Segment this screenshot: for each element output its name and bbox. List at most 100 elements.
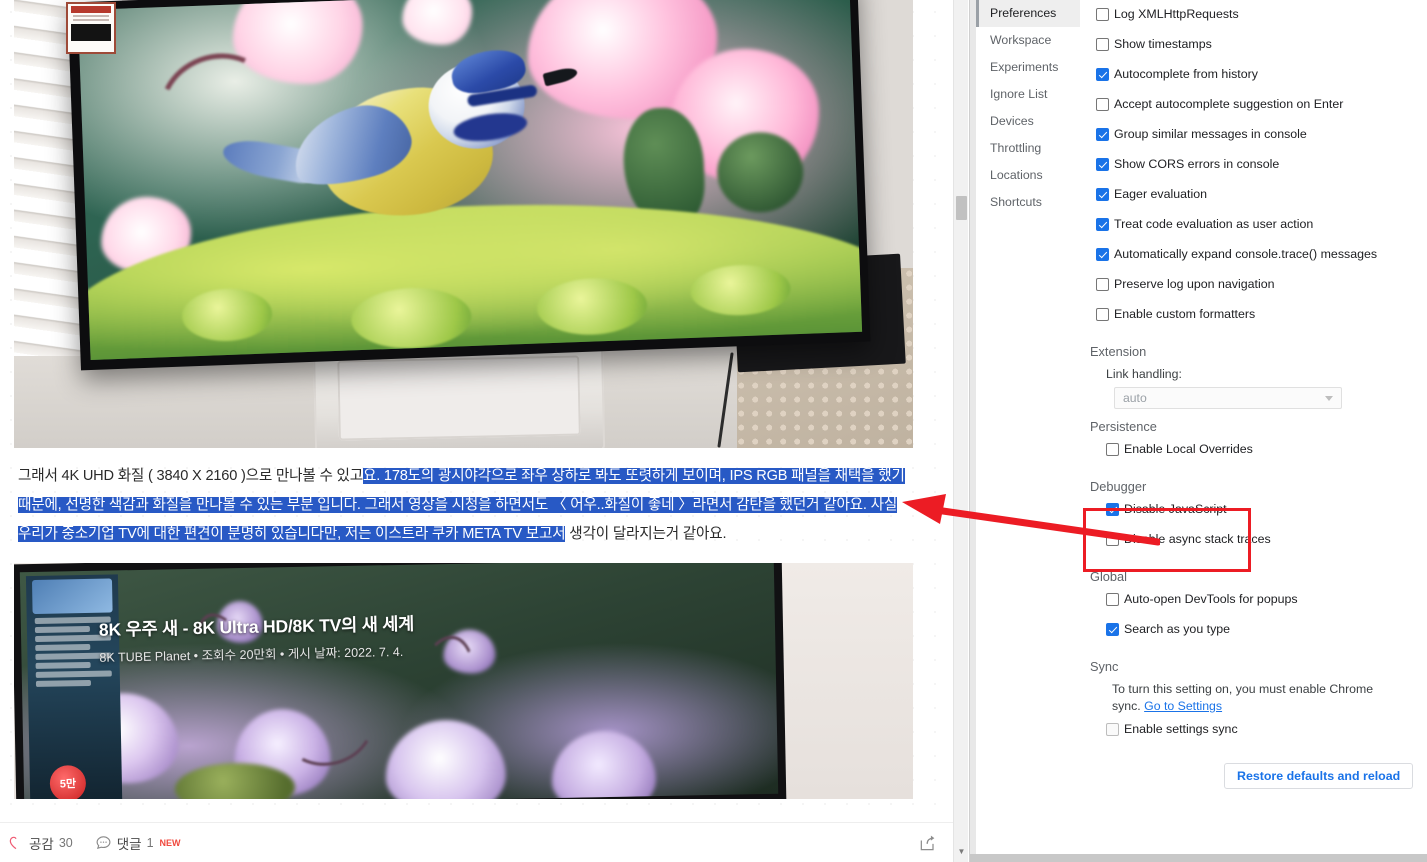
setting-auto-open-devtools-for-popups[interactable]: Auto-open DevTools for popups — [1082, 589, 1427, 619]
checkbox-icon[interactable] — [1106, 443, 1119, 456]
like-count: 30 — [58, 835, 73, 850]
photo1-tv-label-sticker — [66, 2, 116, 54]
checkbox-icon[interactable] — [1096, 128, 1109, 141]
checkbox-icon[interactable] — [1096, 98, 1109, 111]
restore-defaults-button[interactable]: Restore defaults and reload — [1224, 763, 1414, 789]
checkbox-icon[interactable] — [1096, 248, 1109, 261]
checkbox-icon[interactable] — [1096, 8, 1109, 21]
sidebar-item-label: Preferences — [990, 6, 1057, 20]
checkbox-icon[interactable] — [1096, 218, 1109, 231]
like-button[interactable]: 공감 30 — [8, 833, 73, 853]
sidebar-item-label: Locations — [990, 168, 1043, 182]
setting-label: Autocomplete from history — [1114, 67, 1258, 81]
sidebar-item-preferences[interactable]: Preferences — [976, 0, 1080, 27]
section-title-extension: Extension — [1090, 344, 1147, 359]
setting-label: Disable JavaScript — [1124, 502, 1227, 516]
checkbox-icon[interactable] — [1096, 38, 1109, 51]
setting-log-xmlhttprequests[interactable]: Log XMLHttpRequests — [1082, 4, 1427, 34]
page-scrollbar-thumb[interactable] — [956, 196, 967, 220]
sidebar-item-experiments[interactable]: Experiments — [976, 54, 1080, 81]
blog-page-pane: 그래서 4K UHD 화질 ( 3840 X 2160 )으로 만나볼 수 있고… — [0, 0, 968, 862]
sidebar-item-throttling[interactable]: Throttling — [976, 135, 1080, 162]
setting-enable-local-overrides[interactable]: Enable Local Overrides — [1082, 439, 1427, 469]
setting-search-as-you-type[interactable]: Search as you type — [1082, 619, 1427, 649]
sidebar-item-devices[interactable]: Devices — [976, 108, 1080, 135]
go-to-settings-link[interactable]: Go to Settings — [1144, 699, 1222, 713]
setting-label: Accept autocomplete suggestion on Enter — [1114, 97, 1344, 111]
setting-auto-expand-console-trace[interactable]: Automatically expand console.trace() mes… — [1082, 244, 1427, 274]
sidebar-item-shortcuts[interactable]: Shortcuts — [976, 189, 1080, 216]
photo2-wall — [781, 563, 913, 799]
page-scrollbar[interactable]: ▼ — [953, 0, 968, 862]
photo2-subscriber-badge: 5만 — [49, 765, 87, 799]
sidebar-item-label: Throttling — [990, 141, 1042, 155]
link-handling-value: auto — [1123, 391, 1147, 405]
section-title-global: Global — [1090, 569, 1127, 584]
comment-count: 1 — [146, 835, 154, 850]
section-title-sync: Sync — [1090, 659, 1119, 674]
devtools-settings-panel: Preferences Workspace Experiments Ignore… — [969, 0, 1427, 862]
post-body: 그래서 4K UHD 화질 ( 3840 X 2160 )으로 만나볼 수 있고… — [14, 0, 913, 799]
setting-label: Preserve log upon navigation — [1114, 277, 1275, 291]
setting-label: Auto-open DevTools for popups — [1124, 592, 1298, 606]
sidebar-item-label: Shortcuts — [990, 195, 1042, 209]
sidebar-item-ignore-list[interactable]: Ignore List — [976, 81, 1080, 108]
photo1-tv-frame — [67, 0, 871, 371]
setting-label: Show timestamps — [1114, 37, 1212, 51]
checkbox-icon[interactable] — [1096, 68, 1109, 81]
comment-button[interactable]: 댓글 1 NEW — [95, 833, 181, 853]
settings-content: Log XMLHttpRequests Show timestamps Auto… — [1082, 0, 1427, 862]
checkbox-icon[interactable] — [1096, 308, 1109, 321]
checkbox-icon[interactable] — [1106, 623, 1119, 636]
comment-new-badge: NEW — [159, 837, 181, 848]
settings-sidebar: Preferences Workspace Experiments Ignore… — [976, 0, 1080, 216]
paragraph-text-before-selection: 그래서 4K UHD 화질 ( 3840 X 2160 )으로 만나볼 수 있고 — [18, 468, 363, 484]
section-title-debugger: Debugger — [1090, 479, 1147, 494]
checkbox-icon[interactable] — [1096, 278, 1109, 291]
setting-label: Group similar messages in console — [1114, 127, 1307, 141]
setting-accept-autocomplete-on-enter[interactable]: Accept autocomplete suggestion on Enter — [1082, 94, 1427, 124]
devtools-bottom-strip — [970, 854, 1427, 862]
checkbox-icon[interactable] — [1096, 188, 1109, 201]
sidebar-item-workspace[interactable]: Workspace — [976, 27, 1080, 54]
setting-show-timestamps[interactable]: Show timestamps — [1082, 34, 1427, 64]
scrollbar-down-arrow-icon[interactable]: ▼ — [954, 844, 968, 859]
sidebar-item-label: Ignore List — [990, 87, 1048, 101]
app-root: 그래서 4K UHD 화질 ( 3840 X 2160 )으로 만나볼 수 있고… — [0, 0, 1427, 862]
setting-autocomplete-from-history[interactable]: Autocomplete from history — [1082, 64, 1427, 94]
setting-label: Enable Local Overrides — [1124, 442, 1253, 456]
sidebar-item-locations[interactable]: Locations — [976, 162, 1080, 189]
setting-treat-code-evaluation-as-user-action[interactable]: Treat code evaluation as user action — [1082, 214, 1427, 244]
photo2-video-meta: 8K TUBE Planet • 조회수 20만회 • 게시 날짜: 2022.… — [99, 644, 404, 665]
setting-enable-custom-formatters[interactable]: Enable custom formatters — [1082, 304, 1427, 334]
heart-icon — [9, 836, 17, 849]
link-handling-label: Link handling: — [1106, 367, 1182, 381]
checkbox-icon[interactable] — [1106, 593, 1119, 606]
setting-group-similar-messages[interactable]: Group similar messages in console — [1082, 124, 1427, 154]
post-photo-tv-8k-video: 5만 8K 우주 새 - 8K Ultra HD/8K TV의 새 세계 8K … — [14, 563, 913, 799]
paragraph-text-after-selection: 생각이 달라지는거 같아요. — [565, 526, 727, 542]
setting-label: Show CORS errors in console — [1114, 157, 1280, 171]
sidebar-item-label: Devices — [990, 114, 1034, 128]
setting-eager-evaluation[interactable]: Eager evaluation — [1082, 184, 1427, 214]
setting-label: Disable async stack traces — [1124, 532, 1271, 546]
share-icon[interactable] — [917, 833, 939, 853]
checkbox-icon[interactable] — [1106, 503, 1119, 516]
like-label: 공감 — [29, 836, 54, 852]
setting-disable-async-stack-traces[interactable]: Disable async stack traces — [1082, 529, 1427, 559]
checkbox-icon[interactable] — [1106, 723, 1119, 736]
post-paragraph: 그래서 4K UHD 화질 ( 3840 X 2160 )으로 만나볼 수 있고… — [14, 448, 913, 559]
setting-label: Treat code evaluation as user action — [1114, 217, 1314, 231]
setting-show-cors-errors[interactable]: Show CORS errors in console — [1082, 154, 1427, 184]
checkbox-icon[interactable] — [1096, 158, 1109, 171]
setting-label: Search as you type — [1124, 622, 1231, 636]
photo1-tv-screen — [77, 0, 863, 360]
section-title-persistence: Persistence — [1090, 419, 1157, 434]
setting-disable-javascript[interactable]: Disable JavaScript — [1082, 499, 1427, 529]
link-handling-select[interactable]: auto — [1114, 387, 1342, 409]
checkbox-icon[interactable] — [1106, 533, 1119, 546]
setting-preserve-log-upon-navigation[interactable]: Preserve log upon navigation — [1082, 274, 1427, 304]
setting-label: Log XMLHttpRequests — [1114, 7, 1239, 21]
setting-enable-settings-sync[interactable]: Enable settings sync — [1082, 719, 1427, 749]
sidebar-item-label: Workspace — [990, 33, 1052, 47]
